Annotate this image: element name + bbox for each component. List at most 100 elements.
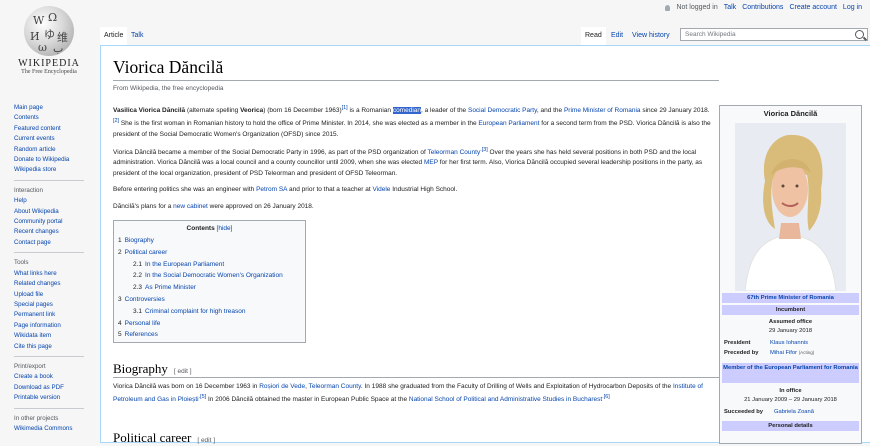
mep-link[interactable]: MEP <box>424 159 438 166</box>
toc-number: 2 <box>118 248 122 256</box>
heading-divider <box>113 377 719 378</box>
talk-link[interactable]: Talk <box>724 4 736 11</box>
sidebar-item-wikimedia-commons[interactable]: Wikimedia Commons <box>14 424 100 434</box>
sidebar-item-main-page[interactable]: Main page <box>14 103 100 113</box>
infobox-title: Viorica Dăncilă <box>763 109 818 118</box>
sidebar-item-help[interactable]: Help <box>14 196 100 206</box>
wikipedia-logo[interactable]: WΩ Иゆ 维ω ب WIKIPEDIA The Free Encycloped… <box>14 6 84 75</box>
contributions-link[interactable]: Contributions <box>742 4 783 11</box>
sidebar-item-about[interactable]: About Wikipedia <box>14 207 100 217</box>
toc-label[interactable]: Personal life <box>125 320 161 327</box>
toc-heading: Contents <box>186 225 215 232</box>
toc-item[interactable]: 2.1 In the European Parliament <box>118 259 283 271</box>
toc-label[interactable]: References <box>125 331 158 338</box>
toc-number: 1 <box>118 237 122 244</box>
toc-label[interactable]: Biography <box>125 237 154 244</box>
subject-name: Vasilica Viorica Dăncilă <box>113 107 186 115</box>
tab-view-history[interactable]: View history <box>628 27 674 45</box>
reference-link[interactable]: .[3] <box>480 147 488 153</box>
petrom-link[interactable]: Petrom SA <box>256 186 287 193</box>
infobox-office-band[interactable]: 67th Prime Minister of Romania <box>722 293 859 303</box>
highlighted-word[interactable]: comedian <box>392 107 421 115</box>
preceded-link[interactable]: Mihai Fifor <box>770 350 797 356</box>
sidebar-item-recent-changes[interactable]: Recent changes <box>14 227 100 237</box>
intro-paragraph-1: Vasilica Viorica Dăncilă (alternate spel… <box>113 103 711 140</box>
teleorman-county-link[interactable]: Teleorman County <box>427 149 480 156</box>
sidebar-item-store[interactable]: Wikipedia store <box>14 165 100 175</box>
european-parliament-link[interactable]: European Parliament <box>478 121 539 128</box>
portrait-photo[interactable] <box>735 123 846 291</box>
toc-item[interactable]: 3.1 Criminal complaint for high treason <box>118 306 283 318</box>
rosiori-de-vede-link[interactable]: Roșiori de Vede <box>259 383 305 390</box>
not-logged-in-text: Not logged in <box>676 4 718 11</box>
sidebar-item-cite-page[interactable]: Cite this page <box>14 342 100 352</box>
create-account-link[interactable]: Create account <box>789 4 836 11</box>
snspa-link[interactable]: National School of Political and Adminis… <box>409 396 602 403</box>
prime-minister-link[interactable]: Prime Minister of Romania <box>564 107 641 114</box>
biography-paragraph: Viorica Dăncilă was born on 16 December … <box>113 382 711 406</box>
toc-label[interactable]: As Prime Minister <box>145 284 196 291</box>
sidebar-item-special-pages[interactable]: Special pages <box>14 300 100 310</box>
sidebar-item-what-links-here[interactable]: What links here <box>14 269 100 279</box>
toc-label[interactable]: In the Social Democratic Women's Organiz… <box>145 272 283 279</box>
tab-article[interactable]: Article <box>100 27 128 46</box>
sidebar-divider <box>14 179 84 181</box>
toc-hide-link[interactable]: [hide] <box>217 225 233 232</box>
sidebar-item-current-events[interactable]: Current events <box>14 134 100 144</box>
text: , and the <box>536 107 564 115</box>
section-heading-biography: Biography [ edit ] <box>113 361 192 377</box>
search-input[interactable]: Search Wikipedia <box>680 28 868 41</box>
text: Before entering politics she was an engi… <box>113 186 257 193</box>
succeeded-link[interactable]: Gabriela Zoană <box>774 409 814 415</box>
reference-link[interactable]: .[6] <box>602 394 610 400</box>
tab-edit[interactable]: Edit <box>607 27 627 45</box>
infobox: Viorica Dăncilă 67th Prime Minister of R… <box>719 105 862 444</box>
sidebar-item-contact[interactable]: Contact page <box>14 238 100 248</box>
sidebar-item-community-portal[interactable]: Community portal <box>14 217 100 227</box>
sidebar-item-download-pdf[interactable]: Download as PDF <box>14 383 100 393</box>
president-label: President <box>724 340 751 346</box>
tab-read[interactable]: Read <box>581 27 606 46</box>
page-title: Viorica Dăncilă <box>113 57 224 77</box>
sidebar-item-permanent-link[interactable]: Permanent link <box>14 310 100 320</box>
tab-talk[interactable]: Talk <box>127 27 147 45</box>
sidebar-heading-print: Print/export <box>14 362 46 370</box>
sidebar-item-page-information[interactable]: Page information <box>14 321 100 331</box>
toc-label[interactable]: Controversies <box>125 296 165 303</box>
toc-item[interactable]: 5 References <box>118 329 283 341</box>
search-icon[interactable] <box>855 30 864 39</box>
title-divider <box>113 80 719 81</box>
sidebar-item-upload-file[interactable]: Upload file <box>14 290 100 300</box>
toc-label[interactable]: Criminal complaint for high treason <box>145 308 245 315</box>
succeeded-label: Succeeded by <box>724 409 763 415</box>
toc-item[interactable]: 3 Controversies <box>118 294 283 306</box>
new-cabinet-link[interactable]: new cabinet <box>173 203 208 210</box>
toc-label[interactable]: Political career <box>125 249 168 256</box>
social-democratic-party-link[interactable]: Social Democratic Party <box>468 107 537 114</box>
toc-item[interactable]: 4 Personal life <box>118 318 283 330</box>
toc-item[interactable]: 2 Political career <box>118 247 283 259</box>
text: Dăncilă's plans for a <box>113 203 174 210</box>
toc-item[interactable]: 2.3 As Prime Minister <box>118 282 283 294</box>
sidebar-item-random-article[interactable]: Random article <box>14 145 100 155</box>
assumed-office-label: Assumed office <box>768 319 813 325</box>
sidebar-item-related-changes[interactable]: Related changes <box>14 279 100 289</box>
toc-item[interactable]: 1 Biography <box>118 235 283 247</box>
login-link[interactable]: Log in <box>843 4 862 11</box>
sidebar-item-donate[interactable]: Donate to Wikipedia <box>14 155 100 165</box>
edit-section-link[interactable]: [ edit ] <box>174 368 192 375</box>
sidebar-item-create-book[interactable]: Create a book <box>14 372 100 382</box>
teleorman-county-link[interactable]: Teleorman County <box>309 383 361 390</box>
infobox-mep-band[interactable]: Member of the European Parliament for Ro… <box>722 363 859 383</box>
videle-link[interactable]: Videle <box>372 186 390 193</box>
sidebar-item-wikidata-item[interactable]: Wikidata item <box>14 331 100 341</box>
president-link[interactable]: Klaus Iohannis <box>770 340 808 346</box>
sidebar-item-contents[interactable]: Contents <box>14 113 100 123</box>
sidebar-main-nav: Main page Contents Featured content Curr… <box>14 103 100 176</box>
sidebar-item-printable-version[interactable]: Printable version <box>14 393 100 403</box>
toc-label[interactable]: In the European Parliament <box>145 261 224 268</box>
sidebar-item-featured-content[interactable]: Featured content <box>14 124 100 134</box>
sidebar-divider <box>14 355 84 357</box>
toc-number: 3.1 <box>133 307 143 315</box>
toc-item[interactable]: 2.2 In the Social Democratic Women's Orga… <box>118 270 283 282</box>
